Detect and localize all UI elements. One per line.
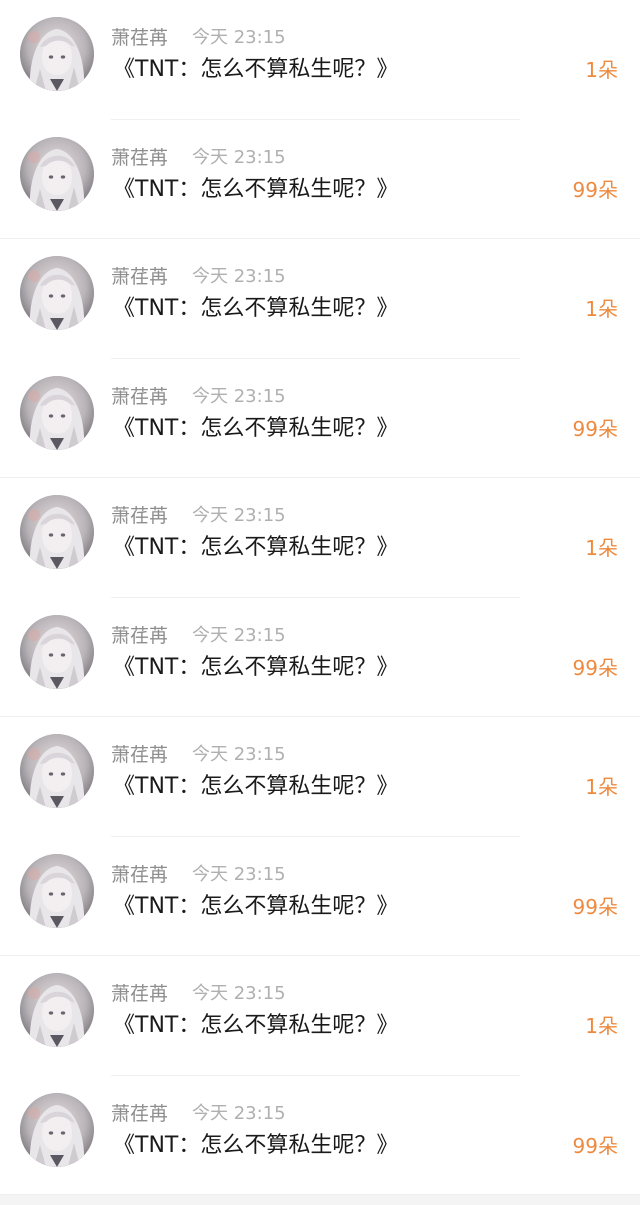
user-name[interactable]: 萧荏苒 [111,385,168,409]
gift-record-row[interactable]: 萧荏苒 今天 23:15 《TNT：怎么不算私生呢？》 1朵 [0,956,640,1076]
gift-message: 《TNT：怎么不算私生呢？》 [113,1132,399,1158]
user-name[interactable]: 萧荏苒 [111,624,168,648]
timestamp: 今天 23:15 [192,983,286,1004]
user-name[interactable]: 萧荏苒 [111,26,168,50]
gift-message: 《TNT：怎么不算私生呢？》 [113,176,399,202]
user-name[interactable]: 萧荏苒 [111,504,168,528]
user-name[interactable]: 萧荏苒 [111,146,168,170]
gift-record-row[interactable]: 萧荏苒 今天 23:15 《TNT：怎么不算私生呢？》 99朵 [0,359,640,478]
anime-avatar-icon[interactable] [20,136,94,211]
gift-message: 《TNT：怎么不算私生呢？》 [113,296,399,321]
gift-record-list: 萧荏苒 今天 23:15 《TNT：怎么不算私生呢？》 1朵 萧荏苒 今天 23… [0,0,640,1195]
user-name[interactable]: 萧荏苒 [111,863,168,887]
gift-record-row[interactable]: 萧荏苒 今天 23:15 《TNT：怎么不算私生呢？》 99朵 [0,837,640,956]
flower-count: 1朵 [585,536,618,560]
user-name[interactable]: 萧荏苒 [111,982,168,1006]
flower-count: 99朵 [572,894,618,919]
gift-record-row[interactable]: 萧荏苒 今天 23:15 《TNT：怎么不算私生呢？》 1朵 [0,239,640,359]
anime-avatar-icon[interactable] [20,853,94,928]
gift-message: 《TNT：怎么不算私生呢？》 [113,57,399,82]
flower-count: 99朵 [572,416,618,441]
timestamp: 今天 23:15 [192,505,286,526]
flower-count: 1朵 [585,297,618,321]
gift-message: 《TNT：怎么不算私生呢？》 [113,1013,399,1038]
gift-message: 《TNT：怎么不算私生呢？》 [113,893,399,919]
gift-record-row[interactable]: 萧荏苒 今天 23:15 《TNT：怎么不算私生呢？》 1朵 [0,0,640,120]
user-name[interactable]: 萧荏苒 [111,265,168,289]
gift-record-row[interactable]: 萧荏苒 今天 23:15 《TNT：怎么不算私生呢？》 99朵 [0,598,640,717]
anime-avatar-icon[interactable] [20,375,94,450]
timestamp: 今天 23:15 [192,624,286,646]
gift-message: 《TNT：怎么不算私生呢？》 [113,654,399,680]
gift-record-row[interactable]: 萧荏苒 今天 23:15 《TNT：怎么不算私生呢？》 1朵 [0,478,640,598]
flower-count: 99朵 [572,177,618,202]
list-bottom-bar [0,1195,640,1205]
anime-avatar-icon[interactable] [20,973,94,1047]
timestamp: 今天 23:15 [192,385,286,407]
flower-count: 1朵 [585,1014,618,1038]
gift-record-row[interactable]: 萧荏苒 今天 23:15 《TNT：怎么不算私生呢？》 99朵 [0,1076,640,1195]
timestamp: 今天 23:15 [192,27,286,48]
flower-count: 99朵 [572,655,618,680]
timestamp: 今天 23:15 [192,266,286,287]
gift-message: 《TNT：怎么不算私生呢？》 [113,415,399,441]
timestamp: 今天 23:15 [192,863,286,885]
anime-avatar-icon[interactable] [20,614,94,689]
anime-avatar-icon[interactable] [20,734,94,808]
gift-message: 《TNT：怎么不算私生呢？》 [113,535,399,560]
gift-message: 《TNT：怎么不算私生呢？》 [113,774,399,799]
gift-record-row[interactable]: 萧荏苒 今天 23:15 《TNT：怎么不算私生呢？》 1朵 [0,717,640,837]
anime-avatar-icon[interactable] [20,256,94,330]
timestamp: 今天 23:15 [192,1102,286,1124]
anime-avatar-icon[interactable] [20,17,94,91]
gift-record-row[interactable]: 萧荏苒 今天 23:15 《TNT：怎么不算私生呢？》 99朵 [0,120,640,239]
timestamp: 今天 23:15 [192,744,286,765]
flower-count: 1朵 [585,775,618,799]
anime-avatar-icon[interactable] [20,1092,94,1167]
user-name[interactable]: 萧荏苒 [111,1102,168,1126]
anime-avatar-icon[interactable] [20,495,94,569]
timestamp: 今天 23:15 [192,146,286,168]
flower-count: 1朵 [585,58,618,82]
user-name[interactable]: 萧荏苒 [111,743,168,767]
flower-count: 99朵 [572,1133,618,1158]
